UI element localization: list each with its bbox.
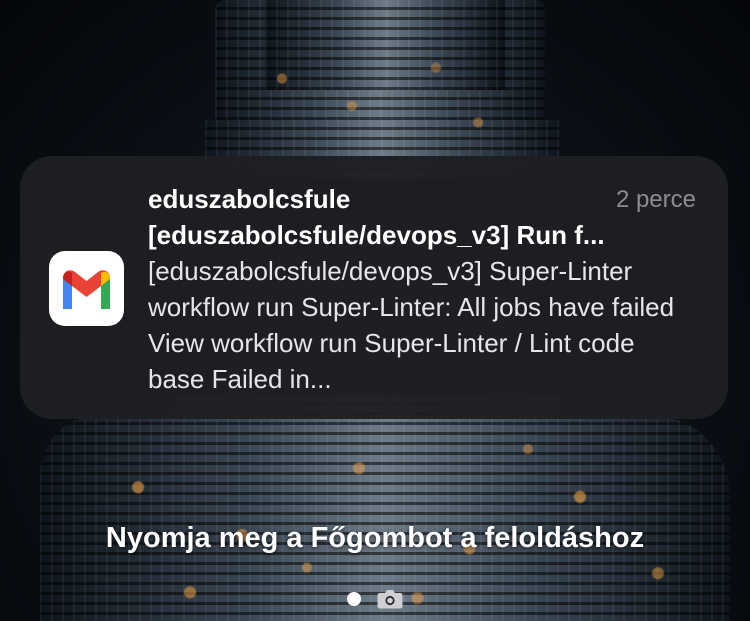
unlock-hint: Nyomja meg a Főgombot a feloldáshoz	[105, 522, 645, 554]
notification-time: 2 perce	[615, 186, 696, 213]
notification-body: [eduszabolcsfule/devops_v3] Super-Linter…	[148, 256, 675, 394]
gmail-icon	[49, 251, 124, 326]
notification-card[interactable]: eduszabolcsfule 2 perce [eduszabolcsfule…	[20, 156, 728, 419]
gmail-logo	[63, 270, 110, 309]
window-lights-upper	[240, 40, 520, 150]
page-dot	[347, 592, 361, 606]
notification-subject: [eduszabolcsfule/devops_v3] Run f...	[148, 220, 605, 250]
notification-sender: eduszabolcsfule	[148, 184, 351, 214]
camera-icon[interactable]	[377, 589, 403, 609]
